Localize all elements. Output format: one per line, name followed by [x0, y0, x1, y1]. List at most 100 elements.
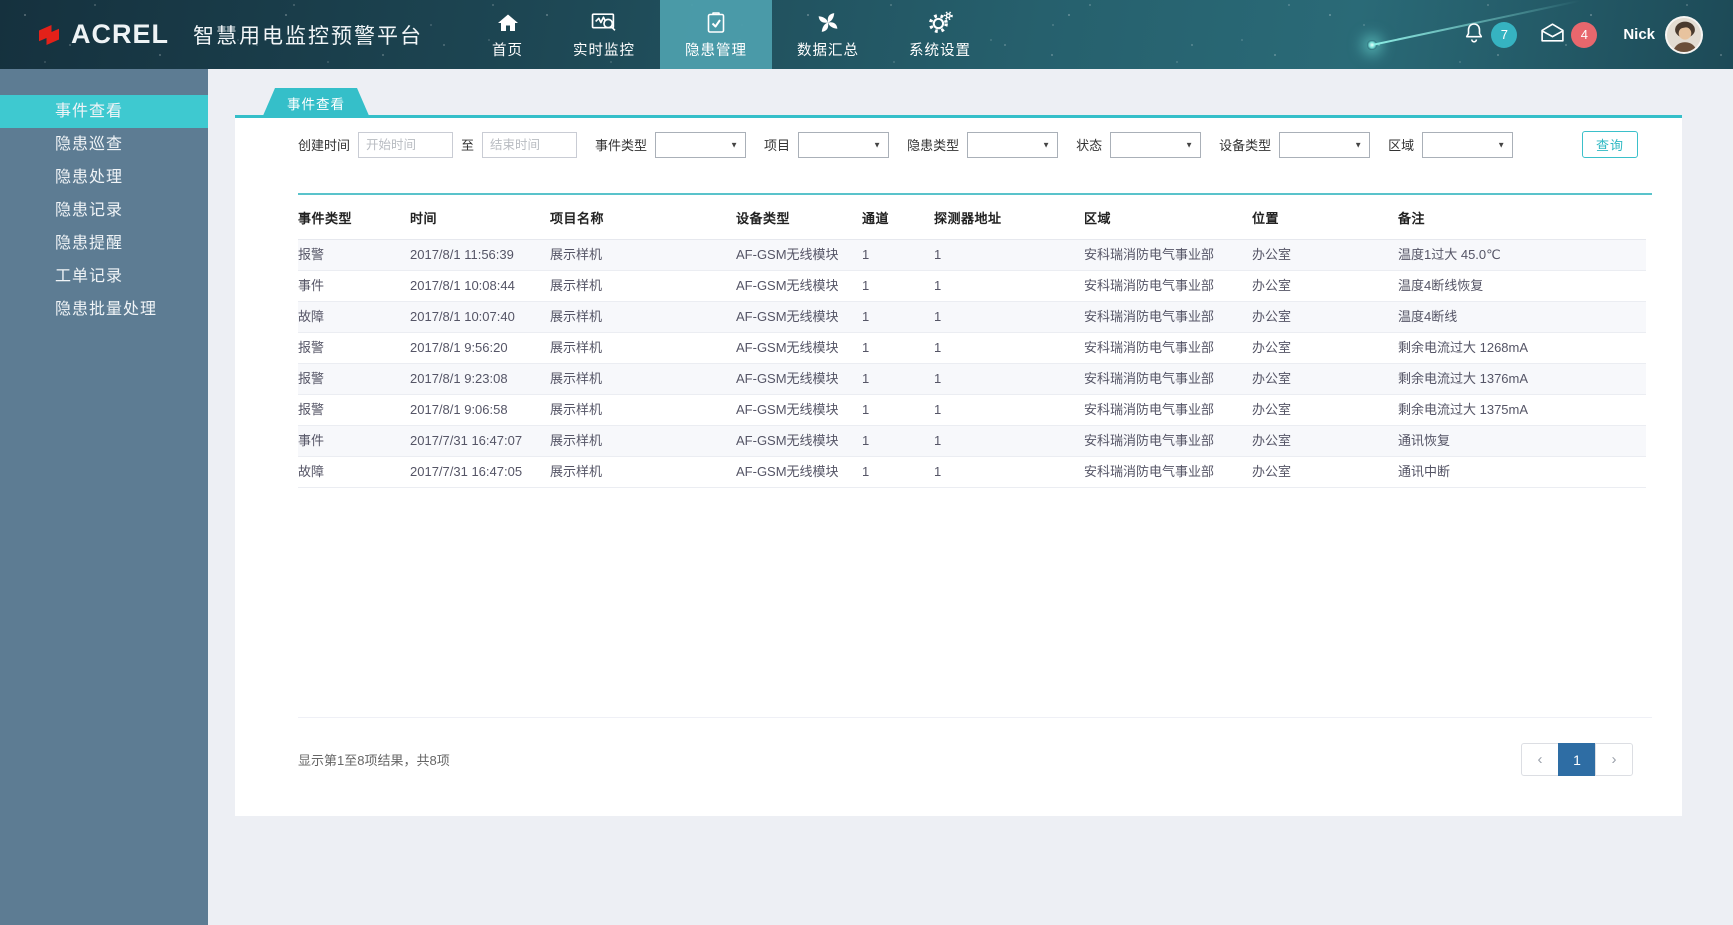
chevron-down-icon: ▼ [873, 140, 881, 149]
table-row: 事件2017/8/1 10:08:44展示样机AF-GSM无线模块11安科瑞消防… [298, 271, 1646, 302]
column-header: 设备类型 [736, 195, 862, 240]
sidebar: 事件查看隐患巡查隐患处理隐患记录隐患提醒工单记录隐患批量处理 [0, 69, 208, 925]
filter-select-hazard-type[interactable]: ▼ [967, 132, 1058, 158]
table-cell: 展示样机 [550, 457, 736, 488]
table-cell: 剩余电流过大 1375mA [1398, 395, 1646, 426]
search-button[interactable]: 查询 [1582, 131, 1638, 158]
table-cell: 安科瑞消防电气事业部 [1084, 302, 1252, 333]
sidebar-item-event-view[interactable]: 事件查看 [0, 95, 208, 128]
main-navigation: 首页实时监控隐患管理数据汇总系统设置 [467, 0, 996, 69]
table-cell: 办公室 [1252, 240, 1398, 271]
clipboard-check-icon [704, 9, 728, 36]
table-cell: AF-GSM无线模块 [736, 364, 862, 395]
pinwheel-icon [815, 9, 841, 36]
filter-group-area: 区域 ▼ [1388, 132, 1513, 158]
table-cell: 2017/7/31 16:47:05 [410, 457, 550, 488]
nav-item-data-summary[interactable]: 数据汇总 [772, 0, 884, 69]
table-cell: 报警 [298, 364, 410, 395]
sidebar-item-hazard-records[interactable]: 隐患记录 [0, 194, 208, 227]
next-page-button[interactable]: › [1595, 743, 1633, 776]
chevron-down-icon: ▼ [1354, 140, 1362, 149]
filter-select-event-type[interactable]: ▼ [655, 132, 746, 158]
page: { "colors": { "accent_teal": "#35bfc9", … [0, 0, 1733, 925]
table-cell: 安科瑞消防电气事业部 [1084, 240, 1252, 271]
nav-item-hazard-management[interactable]: 隐患管理 [660, 0, 772, 69]
bell-icon [1462, 20, 1486, 50]
notification-count-badge: 7 [1491, 22, 1517, 48]
column-header: 备注 [1398, 195, 1646, 240]
table-cell: 安科瑞消防电气事业部 [1084, 426, 1252, 457]
table-cell: 报警 [298, 240, 410, 271]
table-cell: 2017/8/1 10:08:44 [410, 271, 550, 302]
filter-select-status[interactable]: ▼ [1110, 132, 1201, 158]
tab-event-view[interactable]: 事件查看 [262, 88, 370, 118]
brand: ACREL 智慧用电监控预警平台 [36, 19, 423, 50]
table-cell: 温度4断线 [1398, 302, 1646, 333]
end-time-input[interactable] [482, 132, 577, 158]
table-cell: 安科瑞消防电气事业部 [1084, 457, 1252, 488]
table-cell: 办公室 [1252, 426, 1398, 457]
table-cell: 办公室 [1252, 364, 1398, 395]
filter-group-status: 状态 ▼ [1076, 132, 1201, 158]
table-cell: 1 [934, 457, 1084, 488]
nav-item-home[interactable]: 首页 [467, 0, 548, 69]
results-summary: 显示第1至8项结果，共8项 [298, 750, 450, 769]
sidebar-item-work-order-records[interactable]: 工单记录 [0, 260, 208, 293]
table-cell: 安科瑞消防电气事业部 [1084, 271, 1252, 302]
table-cell: 展示样机 [550, 333, 736, 364]
table-cell: AF-GSM无线模块 [736, 333, 862, 364]
event-view-panel: 创建时间 至 事件类型▼项目▼隐患类型▼状态▼设备类型▼区域▼ 查询 事件类型时… [235, 118, 1682, 816]
sidebar-item-hazard-handling[interactable]: 隐患处理 [0, 161, 208, 194]
table-row: 事件2017/7/31 16:47:07展示样机AF-GSM无线模块11安科瑞消… [298, 426, 1646, 457]
table-row: 故障2017/7/31 16:47:05展示样机AF-GSM无线模块11安科瑞消… [298, 457, 1646, 488]
prev-page-button[interactable]: ‹ [1521, 743, 1559, 776]
table-cell: 1 [862, 426, 934, 457]
filter-select-area[interactable]: ▼ [1422, 132, 1513, 158]
table-cell: 1 [934, 333, 1084, 364]
table-cell: AF-GSM无线模块 [736, 240, 862, 271]
pagination: ‹ 1 › [1521, 743, 1633, 776]
filter-select-project[interactable]: ▼ [798, 132, 889, 158]
page-1-button[interactable]: 1 [1558, 743, 1596, 776]
table-row: 报警2017/8/1 9:56:20展示样机AF-GSM无线模块11安科瑞消防电… [298, 333, 1646, 364]
sidebar-item-hazard-batch-handling[interactable]: 隐患批量处理 [0, 293, 208, 326]
chevron-down-icon: ▼ [1497, 140, 1505, 149]
notifications-button[interactable]: 7 [1462, 20, 1517, 50]
table-cell: 2017/8/1 9:56:20 [410, 333, 550, 364]
table-cell: 1 [862, 240, 934, 271]
column-header: 区域 [1084, 195, 1252, 240]
table-cell: 1 [862, 457, 934, 488]
filter-label-project: 项目 [764, 135, 790, 154]
sidebar-item-hazard-inspection[interactable]: 隐患巡查 [0, 128, 208, 161]
filter-label-area: 区域 [1388, 135, 1414, 154]
table-cell: 2017/7/31 16:47:07 [410, 426, 550, 457]
start-time-input[interactable] [358, 132, 453, 158]
table-cell: AF-GSM无线模块 [736, 271, 862, 302]
acrel-logo-icon [36, 22, 62, 48]
sidebar-menu: 事件查看隐患巡查隐患处理隐患记录隐患提醒工单记录隐患批量处理 [0, 69, 208, 326]
table-cell: 报警 [298, 395, 410, 426]
table-cell: 1 [862, 302, 934, 333]
table-cell: 剩余电流过大 1268mA [1398, 333, 1646, 364]
table-cell: 展示样机 [550, 240, 736, 271]
table-cell: 办公室 [1252, 271, 1398, 302]
mail-icon [1539, 21, 1566, 49]
column-header: 探测器地址 [934, 195, 1084, 240]
messages-button[interactable]: 4 [1539, 21, 1597, 49]
home-icon [495, 9, 521, 36]
table-cell: AF-GSM无线模块 [736, 302, 862, 333]
user-avatar[interactable] [1665, 16, 1703, 54]
table-cell: 展示样机 [550, 426, 736, 457]
nav-item-realtime-monitor[interactable]: 实时监控 [548, 0, 660, 69]
events-table: 事件类型时间项目名称设备类型通道探测器地址区域位置备注 报警2017/8/1 1… [298, 195, 1646, 488]
filter-label-device-type: 设备类型 [1219, 135, 1271, 154]
column-header: 项目名称 [550, 195, 736, 240]
sidebar-item-hazard-reminder[interactable]: 隐患提醒 [0, 227, 208, 260]
table-cell: 2017/8/1 11:56:39 [410, 240, 550, 271]
filter-label-status: 状态 [1076, 135, 1102, 154]
filter-select-device-type[interactable]: ▼ [1279, 132, 1370, 158]
table-cell: 安科瑞消防电气事业部 [1084, 395, 1252, 426]
filter-group-hazard-type: 隐患类型▼ [907, 132, 1058, 158]
table-cell: 1 [862, 364, 934, 395]
nav-item-system-settings[interactable]: 系统设置 [884, 0, 996, 69]
